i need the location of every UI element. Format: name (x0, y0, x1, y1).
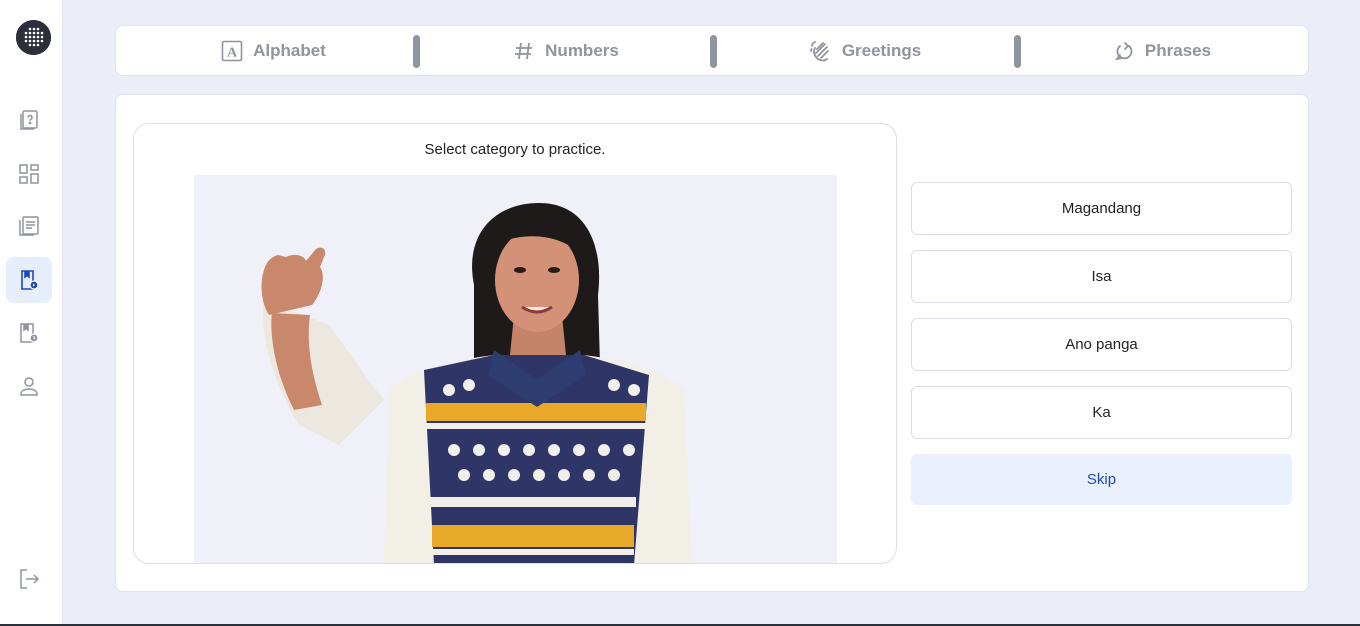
skip-button[interactable]: Skip (911, 454, 1292, 505)
tab-phrases-label: Phrases (1144, 40, 1212, 60)
answer-option[interactable]: Isa (911, 250, 1292, 303)
tab-greetings[interactable]: Greetings (718, 26, 1013, 75)
tab-phrases[interactable]: Phrases (1022, 26, 1302, 75)
tab-divider (710, 35, 717, 68)
chat-refresh-icon (1114, 41, 1133, 60)
practice-prompt: Select category to practice. (424, 141, 606, 158)
answer-option[interactable]: Ka (911, 386, 1292, 439)
alphabet-icon: A (221, 40, 243, 61)
tab-alphabet-label: Alphabet (253, 40, 326, 60)
nav-dashboard[interactable] (6, 151, 52, 197)
tab-alphabet[interactable]: A Alphabet (131, 26, 416, 75)
profile-icon (20, 377, 38, 396)
tab-numbers-label: Numbers (545, 40, 619, 60)
quiz-icon (20, 110, 38, 130)
tab-greetings-label: Greetings (841, 40, 922, 60)
tab-numbers[interactable]: Numbers (421, 26, 711, 75)
video-card: Select category to practice. (133, 123, 897, 564)
dashboard-icon (19, 164, 39, 184)
logout-icon (20, 569, 40, 589)
history-icon (20, 323, 39, 343)
logo-icon (16, 20, 51, 55)
category-tabs: A Alphabet Numbers Greetings Phrases (115, 25, 1309, 76)
answer-option[interactable]: Magandang (911, 182, 1292, 235)
sidebar (0, 0, 63, 626)
answer-option[interactable]: Ano panga (911, 318, 1292, 371)
svg-text:A: A (227, 45, 238, 60)
sign-video[interactable] (194, 175, 837, 563)
nav-quiz[interactable] (6, 97, 52, 143)
practice-icon (21, 270, 39, 290)
practice-panel: Select category to practice. Magandang I… (115, 94, 1309, 592)
lessons-icon (19, 216, 39, 236)
signer-illustration (194, 175, 837, 563)
hash-icon (515, 42, 533, 59)
nav-practice[interactable] (6, 257, 52, 303)
tab-divider (1014, 35, 1021, 68)
nav-history[interactable] (6, 310, 52, 356)
nav-profile[interactable] (6, 363, 52, 409)
logout-button[interactable] (6, 556, 52, 602)
app-logo[interactable] (16, 20, 51, 55)
nav-lessons[interactable] (6, 203, 52, 249)
tab-divider (413, 35, 420, 68)
wave-hand-icon (809, 40, 829, 61)
